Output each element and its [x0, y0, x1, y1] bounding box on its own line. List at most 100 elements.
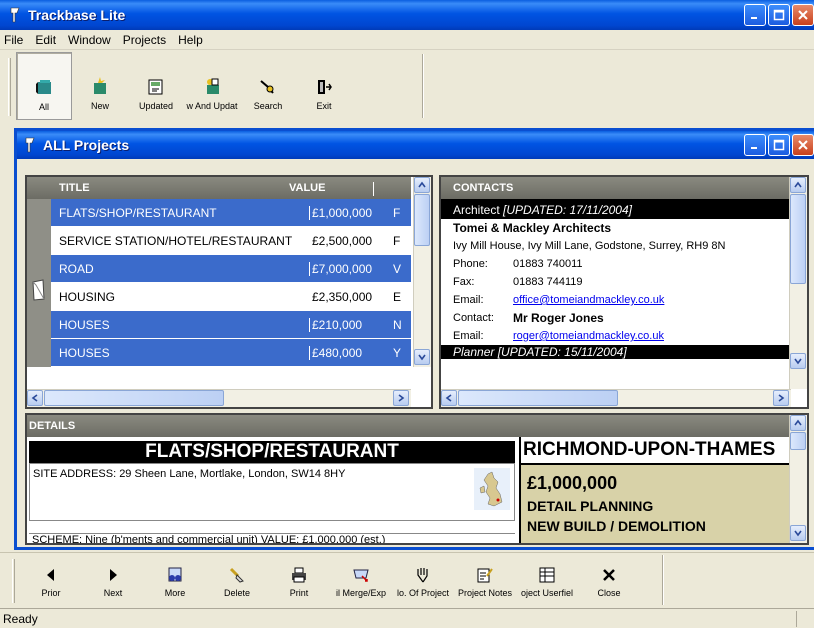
table-row[interactable]: ROAD £7,000,000 V	[51, 255, 411, 283]
mail-merge-button[interactable]: il Merge/Exp	[330, 553, 392, 607]
contact-address: Ivy Mill House, Ivy Mill Lane, Godstone,…	[453, 240, 726, 252]
app-title: Trackbase Lite	[28, 7, 126, 23]
details-stage: DETAIL PLANNING	[527, 498, 654, 514]
maximize-icon	[773, 139, 785, 151]
project-notes-button[interactable]: Project Notes	[454, 553, 516, 607]
grid-header: TITLE VALUE	[27, 177, 411, 199]
next-button[interactable]: Next	[82, 553, 144, 607]
email2-link[interactable]: roger@tomeiandmackley.co.uk	[513, 330, 664, 342]
updated-projects-button[interactable]: Updated	[128, 52, 184, 120]
maximize-button[interactable]	[768, 4, 790, 26]
number-of-projects-button[interactable]: lo. Of Project	[392, 553, 454, 607]
column-header-extra[interactable]	[373, 182, 387, 196]
mail-merge-label: il Merge/Exp	[335, 588, 387, 598]
details-value: £1,000,000	[527, 473, 618, 493]
details-project-title: FLATS/SHOP/RESTAURANT	[29, 441, 515, 463]
chevron-down-icon	[794, 358, 802, 365]
inner-maximize-button[interactable]	[768, 134, 790, 156]
contact-company: Tomei & Mackley Architects	[453, 221, 612, 235]
contact-email-row: Email: office@tomeiandmackley.co.uk	[441, 291, 791, 309]
delete-button[interactable]: Delete	[206, 553, 268, 607]
table-row[interactable]: FLATS/SHOP/RESTAURANT £1,000,000 F	[51, 199, 411, 227]
contact-label: Contact:	[453, 312, 494, 324]
contacts-hscroll-thumb[interactable]	[458, 390, 618, 406]
window-icon	[25, 137, 35, 153]
close-label: Close	[597, 588, 621, 598]
details-scroll-down[interactable]	[790, 525, 806, 541]
search-button[interactable]: Search	[240, 52, 296, 120]
details-vscroll[interactable]	[789, 415, 807, 543]
close-icon	[798, 140, 808, 150]
chevron-down-icon	[794, 530, 802, 537]
contacts-scroll-right[interactable]	[773, 390, 789, 406]
close-button[interactable]	[792, 4, 814, 26]
menu-file[interactable]: File	[0, 33, 31, 47]
column-header-title[interactable]: TITLE	[59, 182, 90, 194]
scroll-right-button[interactable]	[393, 390, 409, 406]
table-row[interactable]: SERVICE STATION/HOTEL/RESTAURANT £2,500,0…	[51, 227, 411, 255]
details-scroll-thumb[interactable]	[790, 432, 806, 450]
inner-close-button[interactable]	[792, 134, 814, 156]
contacts-body: Architect [UPDATED: 17/11/2004] Tomei & …	[441, 199, 791, 391]
inner-title-bar: ALL Projects	[17, 131, 814, 159]
search-label: Search	[253, 101, 283, 111]
contact-role-bar: Architect [UPDATED: 17/11/2004]	[441, 199, 791, 219]
table-row[interactable]: HOUSING £2,350,000 E	[51, 283, 411, 311]
more-button[interactable]: More	[144, 553, 206, 607]
menu-projects[interactable]: Projects	[119, 33, 174, 47]
inner-window-title: ALL Projects	[43, 137, 130, 153]
new-projects-button[interactable]: New	[72, 52, 128, 120]
prior-label: Prior	[41, 588, 61, 598]
contacts-panel: CONTACTS Architect [UPDATED: 17/11/2004]…	[439, 175, 809, 409]
projects-hscroll[interactable]	[27, 389, 411, 407]
menu-help[interactable]: Help	[174, 33, 211, 47]
contacts-vscroll[interactable]	[789, 177, 807, 389]
printer-icon	[289, 565, 309, 585]
print-label: Print	[289, 588, 309, 598]
contact-fax-row: Fax: 01883 744119	[441, 273, 791, 291]
cell-extra: E	[393, 290, 402, 304]
scroll-thumb[interactable]	[414, 194, 430, 246]
phone-value: 01883 740011	[513, 258, 583, 270]
contacts-scroll-left[interactable]	[441, 390, 457, 406]
table-row[interactable]: HOUSES £480,000 Y	[51, 339, 411, 367]
email-link[interactable]: office@tomeiandmackley.co.uk	[513, 294, 664, 306]
column-header-value[interactable]: VALUE	[289, 182, 325, 194]
row-selector-column[interactable]	[27, 199, 51, 367]
status-text: Ready	[3, 612, 38, 626]
details-scroll-up[interactable]	[790, 415, 806, 431]
bottom-toolbar-grip[interactable]	[12, 559, 15, 603]
contacts-scroll-up[interactable]	[790, 177, 806, 193]
prior-button[interactable]: Prior	[20, 553, 82, 607]
table-row[interactable]: HOUSES £210,000 N	[51, 311, 411, 339]
close-project-button[interactable]: Close	[578, 553, 640, 607]
scroll-left-button[interactable]	[27, 390, 43, 406]
user-fields-button[interactable]: oject Userfiel	[516, 553, 578, 607]
cell-value: £7,000,000	[309, 262, 379, 276]
toolbar-grip[interactable]	[8, 58, 11, 116]
new-and-updated-button[interactable]: w And Updat	[184, 52, 240, 120]
menu-edit[interactable]: Edit	[31, 33, 64, 47]
chevron-right-icon	[398, 394, 405, 402]
number-of-projects-label: lo. Of Project	[396, 588, 450, 598]
minimize-button[interactable]	[744, 4, 766, 26]
contacts-scroll-thumb[interactable]	[790, 194, 806, 284]
cell-title: FLATS/SHOP/RESTAURANT	[59, 206, 217, 220]
all-projects-button[interactable]: All	[16, 52, 72, 120]
uk-map-icon[interactable]	[474, 468, 510, 510]
contact-company-row: Tomei & Mackley Architects	[441, 219, 791, 237]
hscroll-thumb[interactable]	[44, 390, 224, 406]
inner-minimize-button[interactable]	[744, 134, 766, 156]
contacts-scroll-down[interactable]	[790, 353, 806, 369]
exit-button[interactable]: Exit	[296, 52, 352, 120]
next-label: Next	[103, 588, 123, 598]
scroll-down-button[interactable]	[414, 349, 430, 365]
all-projects-icon	[33, 77, 55, 99]
search-icon	[257, 76, 279, 98]
contacts-hscroll[interactable]	[441, 389, 791, 407]
menu-window[interactable]: Window	[64, 33, 119, 47]
scroll-up-button[interactable]	[414, 177, 430, 193]
print-button[interactable]: Print	[268, 553, 330, 607]
bottom-toolbar: Prior Next More Delete Print il Merge/Ex…	[0, 552, 814, 606]
projects-vscroll[interactable]	[413, 177, 431, 367]
